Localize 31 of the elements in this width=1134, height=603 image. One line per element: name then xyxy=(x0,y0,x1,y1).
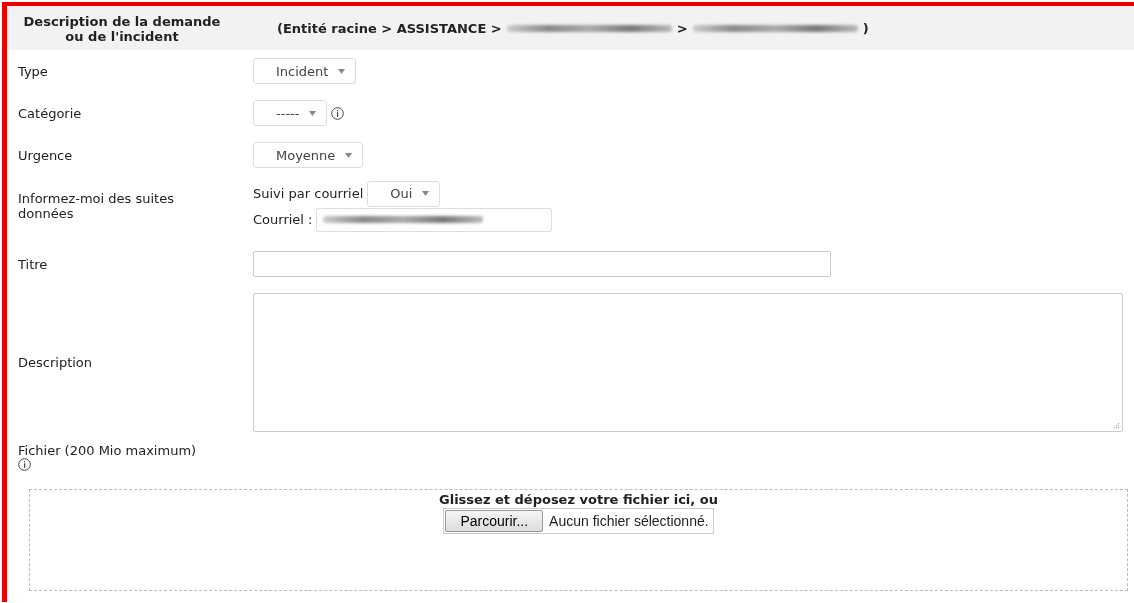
resize-grip-icon[interactable] xyxy=(1113,421,1120,429)
field-label: Urgence xyxy=(17,147,74,163)
breadcrumb-separator: > xyxy=(676,20,688,36)
dropdown[interactable]: ----- xyxy=(253,100,328,126)
info-icon xyxy=(331,106,345,120)
field-label: Catégorie xyxy=(17,105,83,121)
breadcrumb-text: ) xyxy=(862,20,869,36)
field-label: Type xyxy=(17,63,49,79)
section-title: Description de la demande ou de l'incident xyxy=(22,13,222,44)
dropdown[interactable]: Moyenne xyxy=(253,142,364,168)
browse-button[interactable]: Parcourir... xyxy=(445,510,544,532)
file-field[interactable]: Parcourir... Aucun fichier sélectionné. xyxy=(443,508,714,534)
caret-icon xyxy=(422,191,430,196)
caret-icon xyxy=(338,68,346,74)
email-field[interactable] xyxy=(316,207,553,232)
dropdown[interactable]: Oui xyxy=(367,180,441,207)
field-label: Fichier (200 Mio maximum) xyxy=(18,444,197,458)
drop-zone[interactable]: Glissez et déposez votre fichier ici, ou Parcourir... Aucun fichier sélectionné. xyxy=(29,489,1128,591)
field-label: Description xyxy=(17,354,94,370)
field-label: Informez-moi des suites données xyxy=(17,191,175,221)
field-label: Courriel : xyxy=(253,212,313,227)
caret-icon xyxy=(309,110,317,116)
field-label: Titre xyxy=(17,256,49,272)
drop-instructions: Glissez et déposez votre fichier ici, ou xyxy=(439,492,718,507)
input-field[interactable] xyxy=(253,251,831,277)
file-status: Aucun fichier sélectionné. xyxy=(549,513,709,529)
breadcrumb-text: (Entité racine > ASSISTANCE > xyxy=(277,20,502,36)
dropdown[interactable]: Incident xyxy=(253,58,357,84)
field-label: Suivi par courriel xyxy=(253,186,364,201)
info-icon xyxy=(18,458,31,471)
caret-icon xyxy=(345,152,353,158)
